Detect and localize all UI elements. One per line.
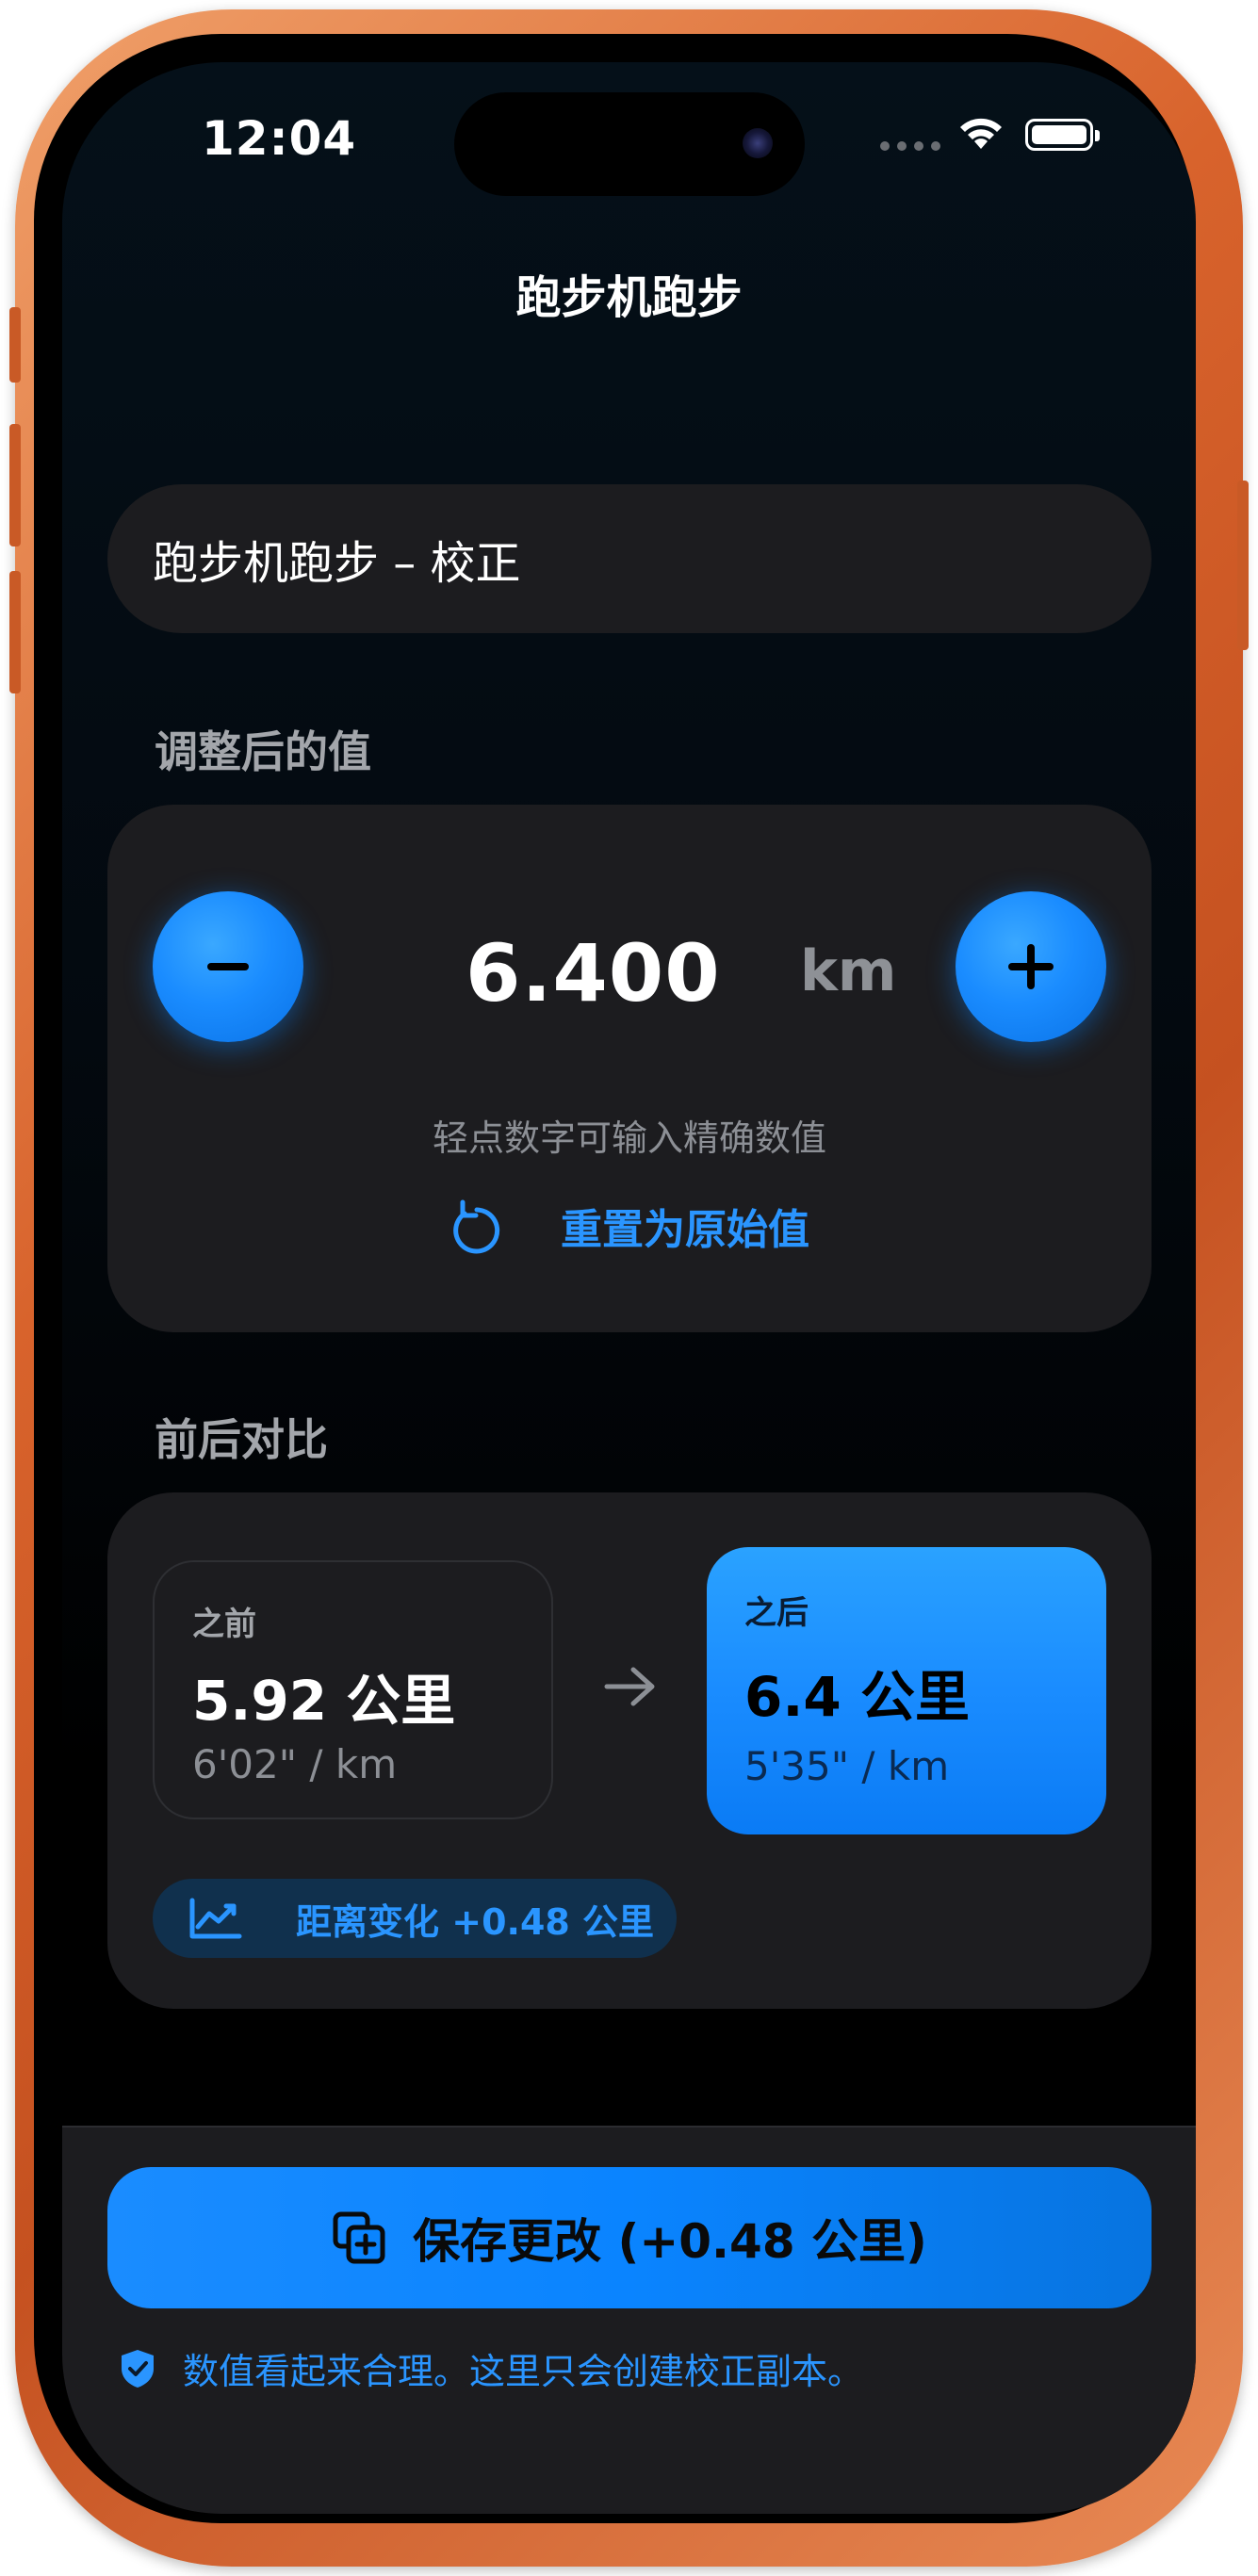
arrow-right-icon: [603, 1664, 658, 1713]
shield-check-icon: [122, 2349, 154, 2388]
power-button: [1237, 481, 1249, 650]
bottom-panel: 保存更改 (+0.48 公里) 数值看起来合理。这里只会创建校正副本。: [62, 2126, 1196, 2514]
distance-change-label: 距离变化 +0.48 公里: [296, 1900, 655, 1943]
status-bar: 12:04: [62, 62, 1196, 204]
after-label: 之后: [744, 1594, 809, 1632]
validation-note-text: 数值看起来合理。这里只会创建校正副本。: [183, 2351, 864, 2392]
plus-icon: [1008, 944, 1054, 989]
comparison-card: 之前 5.92 公里 6'02" / km 之后 6.4 公里 5'35" / …: [107, 1492, 1152, 2009]
adjust-card: 6.400 km 轻点数字可输入精确数值 重置为原始值: [107, 805, 1152, 1332]
volume-down-button: [9, 571, 21, 693]
before-label: 之前: [192, 1606, 256, 1643]
validation-note: 数值看起来合理。这里只会创建校正副本。: [119, 2342, 863, 2394]
save-label: 保存更改 (+0.48 公里): [413, 2214, 927, 2269]
after-box: 之后 6.4 公里 5'35" / km: [707, 1547, 1106, 1834]
before-pace: 6'02" / km: [192, 1741, 398, 1787]
volume-up-button: [9, 424, 21, 546]
comparison-label: 前后对比: [155, 1414, 328, 1465]
page-title: 跑步机跑步: [515, 271, 743, 324]
wifi-icon: [957, 115, 1005, 156]
camera-icon: [743, 128, 773, 158]
adjusted-value-label: 调整后的值: [155, 726, 371, 777]
decrease-button[interactable]: [153, 891, 303, 1042]
screen: 12:04 跑步机跑步 跑步机跑步 – 校正 调整后的值 6.400 km 轻点…: [62, 62, 1196, 2514]
action-button: [9, 307, 21, 383]
input-hint: 轻点数字可输入精确数值: [432, 1117, 826, 1159]
minus-icon: [207, 963, 249, 970]
after-value: 6.4 公里: [744, 1665, 970, 1729]
battery-icon: [1025, 119, 1100, 151]
workout-name-field[interactable]: 跑步机跑步 – 校正: [107, 484, 1152, 633]
status-time: 12:04: [202, 111, 357, 166]
reset-button[interactable]: 重置为原始值: [107, 1196, 1152, 1256]
copy-plus-icon: [333, 2211, 385, 2264]
after-pace: 5'35" / km: [744, 1743, 950, 1789]
distance-change-badge: 距离变化 +0.48 公里: [153, 1879, 677, 1958]
increase-button[interactable]: [956, 891, 1106, 1042]
trend-icon: [189, 1898, 242, 1939]
save-button[interactable]: 保存更改 (+0.48 公里): [107, 2167, 1152, 2308]
distance-unit: km: [800, 938, 897, 1004]
dynamic-island: [454, 92, 805, 196]
signal-dots-icon: [880, 141, 940, 151]
before-box: 之前 5.92 公里 6'02" / km: [153, 1560, 553, 1819]
before-value: 5.92 公里: [192, 1669, 456, 1733]
distance-value[interactable]: 6.400: [466, 927, 721, 1019]
reset-label: 重置为原始值: [561, 1206, 809, 1254]
reset-icon: [453, 1199, 500, 1254]
